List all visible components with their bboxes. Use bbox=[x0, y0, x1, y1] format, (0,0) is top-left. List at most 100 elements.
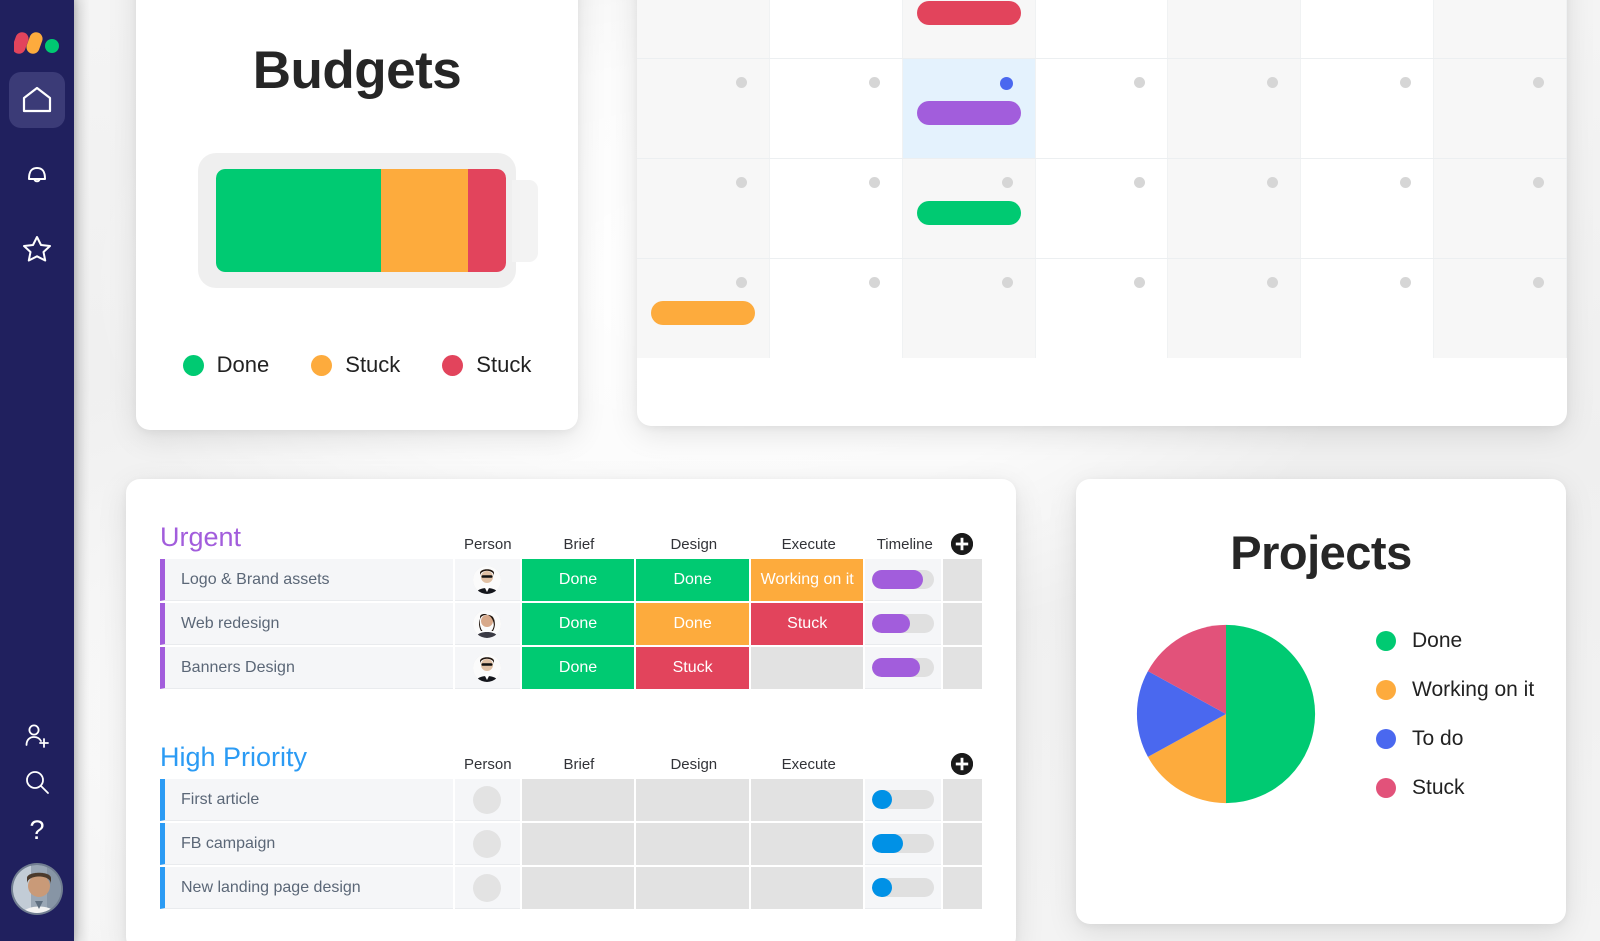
board-group-header: Urgent Person Brief Design Execute Timeline bbox=[160, 503, 982, 559]
sidebar-item-search[interactable] bbox=[11, 761, 63, 807]
row-name[interactable]: First article bbox=[160, 779, 453, 821]
row-name[interactable]: FB campaign bbox=[160, 823, 453, 865]
calendar-cell-sat-w1[interactable] bbox=[1434, 59, 1567, 158]
cell-status-design[interactable]: Stuck bbox=[636, 647, 749, 689]
cell-person[interactable] bbox=[454, 603, 520, 645]
calendar-cell-tue-w3[interactable] bbox=[902, 259, 1036, 358]
cell-person[interactable] bbox=[454, 867, 520, 909]
sidebar-item-notifications[interactable] bbox=[9, 146, 65, 202]
calendar-cell-sat-w0[interactable] bbox=[1434, 0, 1567, 58]
cell-status-design[interactable]: Done bbox=[636, 559, 749, 601]
calendar-cell-wed-w3[interactable] bbox=[1036, 259, 1169, 358]
board-group-header: High Priority Person Brief Design Execute bbox=[160, 723, 982, 779]
table-row: FB campaign bbox=[160, 823, 983, 865]
calendar-cell-mon-w2[interactable] bbox=[770, 159, 903, 258]
cell-status-execute[interactable] bbox=[750, 647, 864, 689]
avatar bbox=[473, 829, 502, 858]
add-column-button[interactable] bbox=[942, 533, 982, 559]
cell-status-design[interactable] bbox=[636, 823, 749, 865]
calendar-cell-sat-w3[interactable] bbox=[1434, 259, 1567, 358]
calendar-event[interactable] bbox=[916, 101, 1021, 125]
cell-status-execute[interactable] bbox=[750, 779, 864, 821]
calendar-cell-tue-w2[interactable] bbox=[902, 159, 1036, 258]
projects-title: Projects bbox=[1230, 526, 1412, 579]
cell-status-brief[interactable]: Done bbox=[521, 559, 635, 601]
calendar-day-dot bbox=[1533, 177, 1545, 188]
calendar-cell-mon-w3[interactable] bbox=[770, 259, 903, 358]
calendar-cell-sat-w2[interactable] bbox=[1434, 159, 1567, 258]
cell-status-brief[interactable] bbox=[521, 823, 635, 865]
row-name[interactable]: Logo & Brand assets bbox=[160, 559, 453, 601]
pie-chart bbox=[1136, 624, 1316, 804]
calendar-cell-fri-w0[interactable] bbox=[1301, 0, 1435, 58]
column-header-brief: Brief bbox=[563, 536, 595, 553]
cell-status-execute[interactable]: Working on it bbox=[750, 559, 864, 601]
sidebar-item-favorites[interactable] bbox=[9, 220, 65, 276]
cell-status-execute[interactable] bbox=[750, 823, 864, 865]
cell-status-brief[interactable] bbox=[521, 867, 635, 909]
row-name[interactable]: Banners Design bbox=[160, 647, 453, 689]
calendar-event[interactable] bbox=[916, 1, 1021, 25]
progress-track bbox=[871, 878, 934, 897]
calendar-cell-mon-w1[interactable] bbox=[770, 59, 903, 158]
calendar-cell-wed-w2[interactable] bbox=[1036, 159, 1169, 258]
legend-color-dot bbox=[1376, 777, 1396, 798]
projects-legend-item-0: Done bbox=[1376, 629, 1534, 653]
progress-fill bbox=[871, 790, 892, 809]
calendar-day-dot bbox=[1001, 177, 1013, 188]
avatar[interactable] bbox=[11, 863, 63, 915]
calendar-cell-sun-w1[interactable] bbox=[637, 59, 770, 158]
cell-person[interactable] bbox=[454, 559, 520, 601]
calendar-event[interactable] bbox=[916, 201, 1021, 225]
legend-color-dot bbox=[1376, 679, 1396, 700]
cell-timeline[interactable] bbox=[865, 867, 941, 909]
cell-timeline[interactable] bbox=[865, 559, 941, 601]
cell-status-execute[interactable] bbox=[750, 867, 864, 909]
cell-person[interactable] bbox=[454, 779, 520, 821]
calendar-cell-wed-w1[interactable] bbox=[1036, 59, 1169, 158]
cell-timeline[interactable] bbox=[865, 779, 941, 821]
sidebar-item-home[interactable] bbox=[9, 72, 65, 128]
calendar-cell-tue-w0[interactable] bbox=[902, 0, 1036, 58]
calendar-cell-wed-w0[interactable] bbox=[1036, 0, 1169, 58]
cell-person[interactable] bbox=[454, 647, 520, 689]
cell-timeline[interactable] bbox=[865, 603, 941, 645]
calendar-cell-fri-w2[interactable] bbox=[1301, 159, 1435, 258]
cell-timeline[interactable] bbox=[865, 647, 941, 689]
add-column-button[interactable] bbox=[942, 753, 982, 779]
plus-icon[interactable] bbox=[951, 753, 974, 775]
calendar-cell-tue-w1[interactable] bbox=[902, 59, 1036, 158]
legend-label: Stuck bbox=[1412, 775, 1465, 799]
cell-status-brief[interactable] bbox=[521, 779, 635, 821]
calendar-cell-sun-w2[interactable] bbox=[637, 159, 770, 258]
calendar-cell-mon-w0[interactable] bbox=[770, 0, 903, 58]
calendar-cell-thu-w3[interactable] bbox=[1168, 259, 1302, 358]
cell-timeline[interactable] bbox=[865, 823, 941, 865]
calendar-day-dot bbox=[735, 177, 747, 188]
sidebar-item-help[interactable]: ? bbox=[11, 807, 63, 853]
sidebar-item-invite[interactable] bbox=[11, 715, 63, 761]
calendar-cell-thu-w2[interactable] bbox=[1168, 159, 1302, 258]
cell-extra bbox=[942, 647, 983, 689]
cell-status-brief[interactable]: Done bbox=[521, 603, 635, 645]
cell-status-design[interactable] bbox=[636, 779, 749, 821]
calendar-day-dot bbox=[1134, 177, 1146, 188]
row-name[interactable]: New landing page design bbox=[160, 867, 453, 909]
cell-status-execute[interactable]: Stuck bbox=[750, 603, 864, 645]
calendar-cell-fri-w1[interactable] bbox=[1301, 59, 1435, 158]
cell-status-design[interactable]: Done bbox=[636, 603, 749, 645]
monday-logo[interactable] bbox=[12, 28, 60, 54]
calendar-event[interactable] bbox=[651, 301, 755, 325]
calendar-cell-thu-w0[interactable] bbox=[1168, 0, 1302, 58]
page-title: Budgets bbox=[252, 41, 462, 100]
cell-status-brief[interactable]: Done bbox=[521, 647, 635, 689]
cell-person[interactable] bbox=[454, 823, 520, 865]
cell-status-design[interactable] bbox=[636, 867, 749, 909]
calendar-cell-thu-w1[interactable] bbox=[1168, 59, 1302, 158]
calendar-cell-fri-w3[interactable] bbox=[1301, 259, 1435, 358]
calendar-cell-sun-w3[interactable] bbox=[637, 259, 770, 358]
legend-label: Done bbox=[1412, 628, 1463, 652]
plus-icon[interactable] bbox=[951, 533, 974, 555]
row-name[interactable]: Web redesign bbox=[160, 603, 453, 645]
calendar-cell-sun-w0[interactable] bbox=[637, 0, 770, 58]
